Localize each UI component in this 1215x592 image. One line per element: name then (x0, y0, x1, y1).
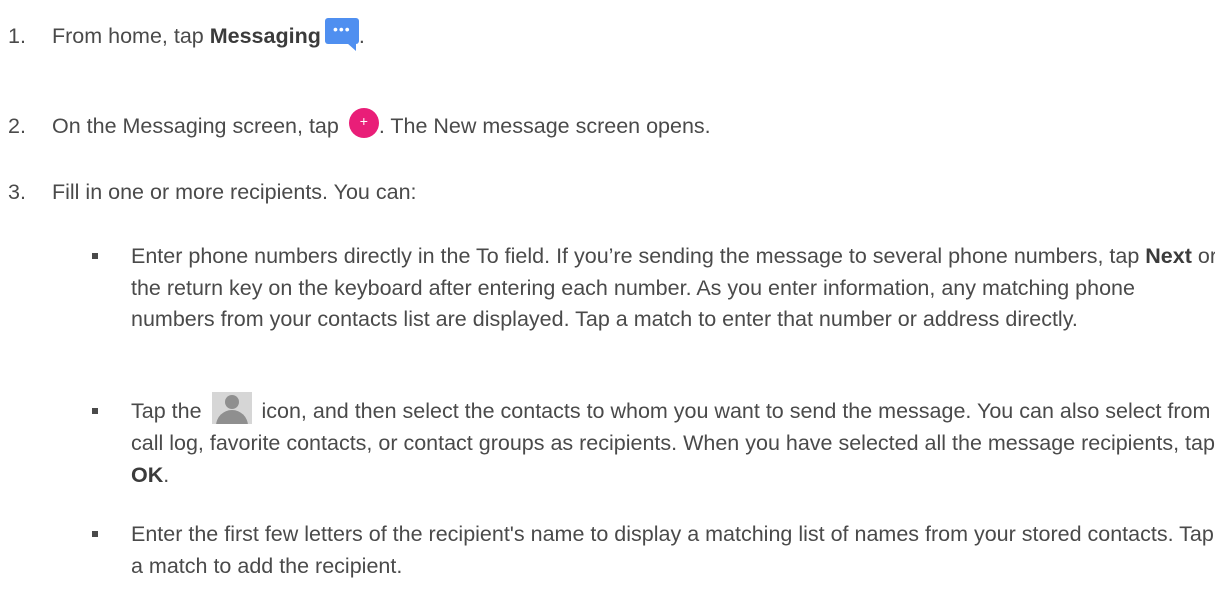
bullet-square-icon (92, 408, 98, 414)
step-text-end: . The New message screen opens. (378, 114, 711, 138)
step-1: 1. From home, tap Messaging •••. (8, 18, 365, 52)
bullet-text-mid: icon, and then select the contacts to wh… (131, 399, 1215, 456)
messaging-label: Messaging (209, 24, 321, 48)
step-text-end: . (358, 24, 365, 48)
step-2: 2. On the Messaging screen, tap +. The Ne… (8, 108, 711, 142)
step-number: 2. (8, 114, 26, 138)
step-number: 1. (8, 24, 26, 48)
step-text: On the Messaging screen, tap (52, 114, 345, 138)
contact-person-icon (211, 392, 252, 425)
step-text: From home, tap (52, 24, 210, 48)
ok-label: OK (131, 462, 164, 487)
bullet-text: Enter phone numbers directly in the To f… (131, 244, 1146, 268)
step-text: Fill in one or more recipients. You can: (52, 180, 417, 204)
messaging-app-icon: ••• (324, 18, 359, 52)
next-label: Next (1145, 244, 1192, 268)
bullet-text-end: . (163, 462, 170, 487)
bullet-text: Enter the first few letters of the recip… (131, 522, 1214, 578)
step-3: 3. Fill in one or more recipients. You ca… (8, 177, 417, 207)
bullet-text: Tap the (131, 399, 208, 423)
bullet-square-icon (92, 531, 98, 537)
bullet-square-icon (92, 253, 98, 259)
step-number: 3. (8, 180, 26, 204)
new-message-plus-icon: + (348, 108, 379, 139)
